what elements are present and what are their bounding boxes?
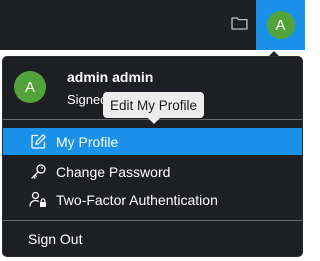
edit-icon xyxy=(29,133,47,151)
user-menu-button[interactable]: A xyxy=(256,0,305,50)
menu-item-my-profile[interactable]: My Profile xyxy=(3,128,302,155)
avatar: A xyxy=(266,11,295,39)
tooltip: Edit My Profile xyxy=(103,92,205,118)
menu-item-change-password[interactable]: Change Password xyxy=(3,158,302,185)
top-bar: A xyxy=(0,0,305,50)
page: A A admin admin Signed in as admin My Pr… xyxy=(0,0,305,261)
user-lock-icon xyxy=(29,191,47,209)
user-avatar: A xyxy=(14,71,46,103)
tooltip-arrow xyxy=(148,118,160,124)
key-icon xyxy=(29,163,47,181)
menu-item-label: Change Password xyxy=(56,163,171,180)
user-name: admin admin xyxy=(67,69,154,85)
sign-out-label: Sign Out xyxy=(28,230,83,247)
menu-item-label: Two-Factor Authentication xyxy=(56,191,218,208)
divider xyxy=(3,220,302,221)
sign-out-button[interactable]: Sign Out xyxy=(3,225,302,252)
folder-button[interactable] xyxy=(226,13,252,37)
tooltip-text: Edit My Profile xyxy=(110,97,198,113)
menu-item-two-factor-auth[interactable]: Two-Factor Authentication xyxy=(3,186,302,213)
user-dropdown-menu: A admin admin Signed in as admin My Prof… xyxy=(2,56,303,257)
folder-icon xyxy=(230,16,248,35)
menu-item-label: My Profile xyxy=(56,133,119,150)
